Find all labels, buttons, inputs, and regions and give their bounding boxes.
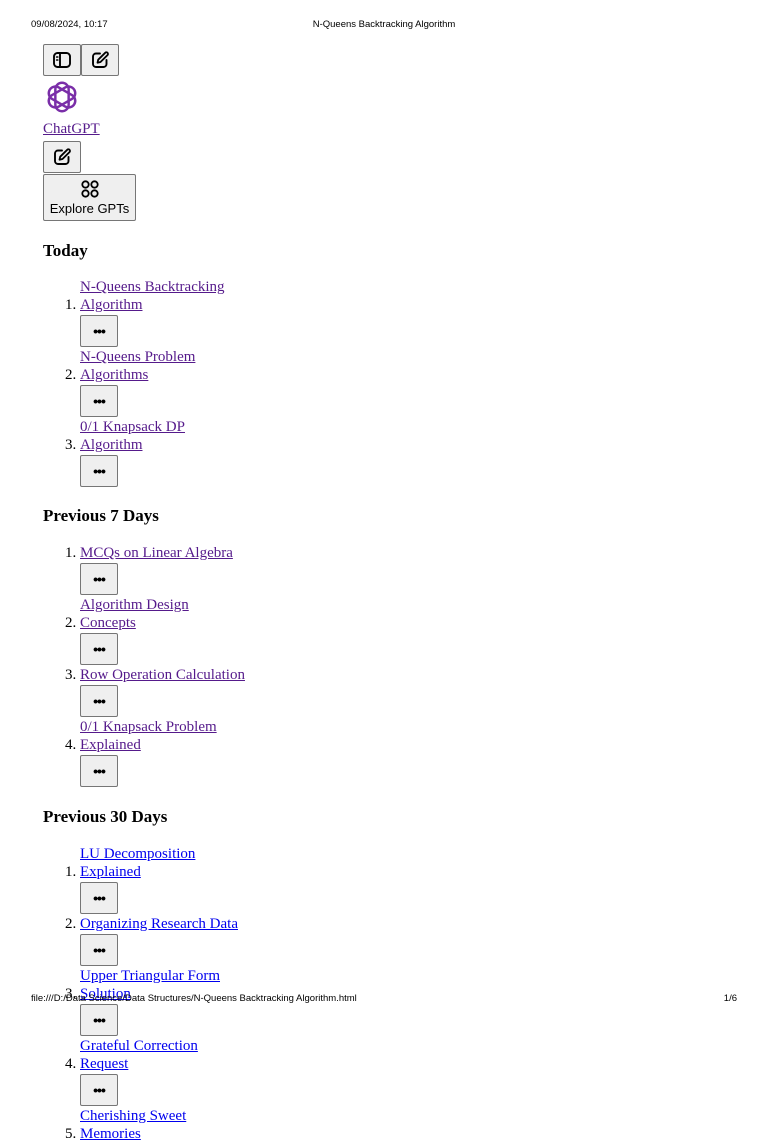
chat-link[interactable]: 0/1 Knapsack Problem Explained bbox=[80, 718, 245, 754]
chat-options-button[interactable]: ••• bbox=[80, 1074, 118, 1106]
chat-options-button[interactable]: ••• bbox=[80, 315, 118, 347]
chat-list: N-Queens Backtracking Algorithm•••N-Quee… bbox=[43, 278, 463, 487]
list-item: MCQs on Linear Algebra ••• bbox=[80, 544, 463, 595]
sidebar-toolbar bbox=[43, 44, 463, 76]
more-icon: ••• bbox=[93, 763, 106, 779]
chat-link[interactable]: N-Queens Backtracking Algorithm bbox=[80, 278, 245, 314]
list-item: N-Queens Problem Algorithms ••• bbox=[80, 348, 463, 417]
new-chat-button-secondary[interactable] bbox=[43, 141, 81, 173]
chat-options-button[interactable]: ••• bbox=[80, 633, 118, 665]
chat-link[interactable]: MCQs on Linear Algebra bbox=[80, 544, 233, 562]
grid-icon bbox=[80, 180, 99, 198]
more-icon: ••• bbox=[93, 1012, 106, 1028]
print-document-title: N-Queens Backtracking Algorithm bbox=[312, 19, 456, 30]
chat-options-button[interactable]: ••• bbox=[80, 685, 118, 717]
edit-icon bbox=[92, 51, 109, 68]
chat-link[interactable]: Organizing Research Data bbox=[80, 915, 238, 933]
chat-link[interactable]: LU Decomposition Explained bbox=[80, 845, 245, 881]
chat-options-button[interactable]: ••• bbox=[80, 882, 118, 914]
print-header: 09/08/2024, 10:17 N-Queens Backtracking … bbox=[31, 19, 737, 33]
chat-options-button[interactable]: ••• bbox=[80, 385, 118, 417]
more-icon: ••• bbox=[93, 1082, 106, 1098]
chat-options-button[interactable]: ••• bbox=[80, 563, 118, 595]
section-heading: Previous 7 Days bbox=[43, 506, 159, 525]
chatgpt-home-link[interactable]: ChatGPT bbox=[43, 120, 100, 138]
more-icon: ••• bbox=[93, 393, 106, 409]
chat-options-button[interactable]: ••• bbox=[80, 934, 118, 966]
chatgpt-logo-icon bbox=[47, 81, 77, 113]
list-item: 0/1 Knapsack Problem Explained ••• bbox=[80, 718, 463, 787]
chat-options-button[interactable]: ••• bbox=[80, 455, 118, 487]
chat-options-button[interactable]: ••• bbox=[80, 1004, 118, 1036]
list-item: LU Decomposition Explained ••• bbox=[80, 845, 463, 914]
more-icon: ••• bbox=[93, 890, 106, 906]
list-item: Organizing Research Data ••• bbox=[80, 915, 463, 966]
more-icon: ••• bbox=[93, 693, 106, 709]
explore-gpts-label: Explore GPTs bbox=[49, 201, 130, 216]
more-icon: ••• bbox=[93, 463, 106, 479]
explore-gpts-button[interactable]: Explore GPTs bbox=[43, 174, 136, 221]
list-item: Row Operation Calculation ••• bbox=[80, 666, 463, 717]
chat-history: TodayN-Queens Backtracking Algorithm•••N… bbox=[43, 241, 463, 1143]
edit-icon bbox=[54, 148, 71, 165]
chat-link[interactable]: Algorithm Design Concepts bbox=[80, 596, 245, 632]
more-icon: ••• bbox=[93, 571, 106, 587]
new-chat-button[interactable] bbox=[81, 44, 119, 76]
list-item: Cherishing Sweet Memories bbox=[80, 1107, 463, 1143]
chat-link[interactable]: Row Operation Calculation bbox=[80, 666, 245, 684]
chat-list: MCQs on Linear Algebra•••Algorithm Desig… bbox=[43, 544, 463, 787]
chat-link[interactable]: Cherishing Sweet Memories bbox=[80, 1107, 245, 1143]
print-page-number: 1/6 bbox=[723, 993, 737, 1004]
section-heading: Today bbox=[43, 241, 88, 260]
list-item: Algorithm Design Concepts ••• bbox=[80, 596, 463, 665]
print-file-path: file:///D:/Data Science/Data Structures/… bbox=[31, 993, 357, 1004]
chat-link[interactable]: Grateful Correction Request bbox=[80, 1037, 245, 1073]
chat-options-button[interactable]: ••• bbox=[80, 755, 118, 787]
chat-link[interactable]: 0/1 Knapsack DP Algorithm bbox=[80, 418, 245, 454]
chat-link[interactable]: N-Queens Problem Algorithms bbox=[80, 348, 245, 384]
print-footer: file:///D:/Data Science/Data Structures/… bbox=[31, 993, 737, 1007]
sidebar: ChatGPT Explore GPTs Today N-Queens Backt… bbox=[43, 44, 463, 1143]
section-heading: Previous 30 Days bbox=[43, 807, 168, 826]
list-item: N-Queens Backtracking Algorithm ••• bbox=[80, 278, 463, 347]
more-icon: ••• bbox=[93, 323, 106, 339]
toggle-sidebar-button[interactable] bbox=[43, 44, 81, 76]
list-item: Grateful Correction Request ••• bbox=[80, 1037, 463, 1106]
sidebar-icon bbox=[53, 52, 71, 68]
more-icon: ••• bbox=[93, 641, 106, 657]
list-item: 0/1 Knapsack DP Algorithm ••• bbox=[80, 418, 463, 487]
more-icon: ••• bbox=[93, 942, 106, 958]
